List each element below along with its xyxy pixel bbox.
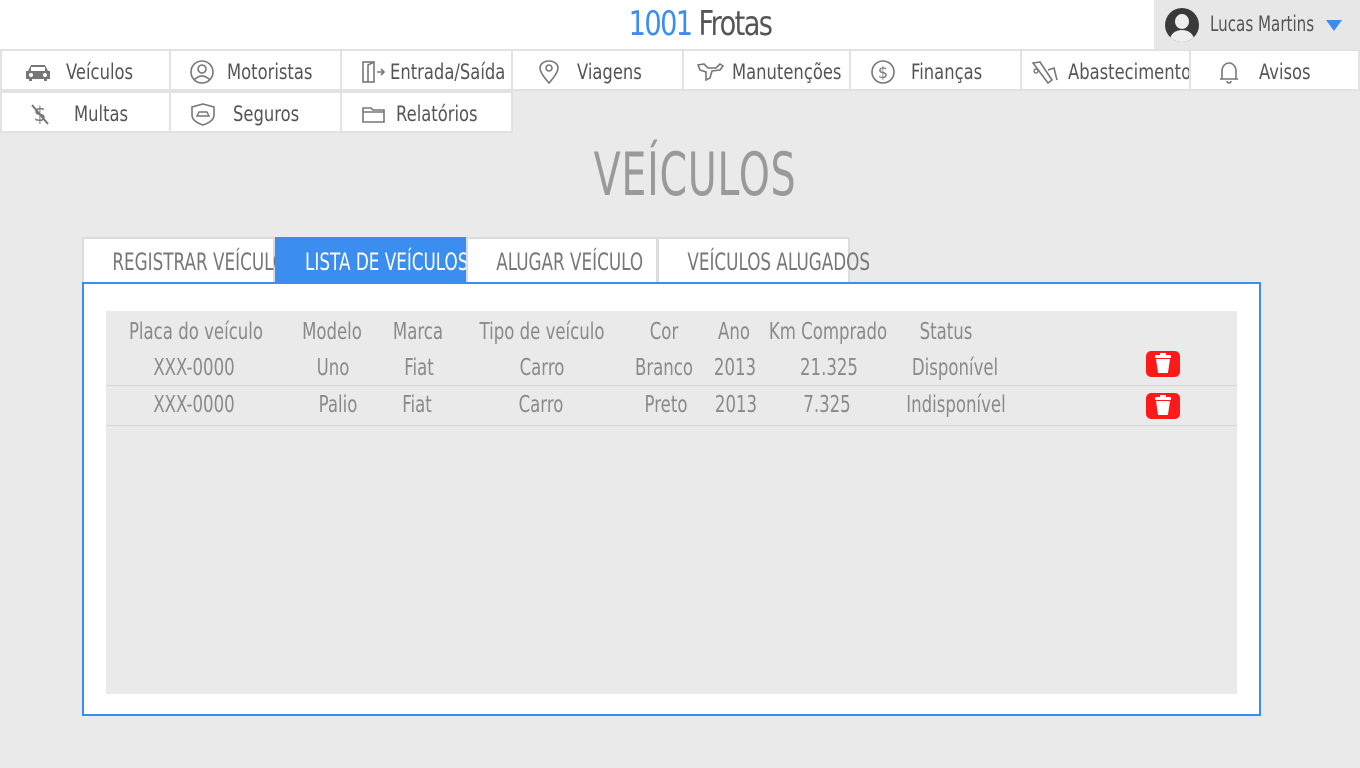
tab-alugar-veiculo[interactable]: ALUGAR VEÍCULO <box>466 237 658 283</box>
brand-name: Frotas <box>698 4 773 44</box>
nav-label: Entrada/Saída <box>390 60 506 84</box>
table-cell: XXX-0000 <box>153 392 235 418</box>
page-title: VEÍCULOS <box>593 140 797 210</box>
table-cell: Branco <box>634 355 694 381</box>
user-menu[interactable]: Lucas Martins <box>1154 0 1360 50</box>
vehicle-table: Placa do veículo Modelo Marca Tipo de ve… <box>106 311 1237 694</box>
nav-label: Multas <box>74 102 129 126</box>
app-logo[interactable]: 1001 Frotas <box>140 4 1260 44</box>
table-cell: XXX-0000 <box>153 355 235 381</box>
column-header: Km Comprado <box>768 319 888 345</box>
column-header: Modelo <box>302 319 362 345</box>
nav-item-manutencoes[interactable]: Manutenções <box>682 49 851 91</box>
car-icon <box>26 65 50 81</box>
brand-number: 1001 <box>628 4 693 44</box>
row-divider <box>106 425 1237 426</box>
chevron-down-icon[interactable] <box>1326 20 1342 31</box>
dollar-slash-icon: $ <box>31 102 49 126</box>
dollar-icon: $ <box>871 60 895 84</box>
column-header: Placa do veículo <box>128 319 264 345</box>
top-bar: 1001 Frotas Lucas Martins <box>0 0 1360 50</box>
tab-label: ALUGAR VEÍCULO <box>496 248 644 276</box>
nav-item-avisos[interactable]: Avisos <box>1189 49 1360 91</box>
vehicle-list-panel: Placa do veículo Modelo Marca Tipo de ve… <box>82 282 1261 716</box>
column-header: Tipo de veículo <box>479 319 605 345</box>
nav-item-multas[interactable]: $ Multas <box>0 91 171 133</box>
delete-row-icon[interactable] <box>1146 393 1180 419</box>
table-cell: Carro <box>519 355 565 381</box>
tab-lista-de-veiculos[interactable]: LISTA DE VEÍCULOS <box>275 237 469 283</box>
nav-item-viagens[interactable]: Viagens <box>511 49 684 91</box>
nav-label: Veículos <box>66 60 134 84</box>
table-cell: 7.325 <box>803 392 851 418</box>
column-header: Status <box>919 319 973 345</box>
svg-text:$: $ <box>878 63 888 82</box>
table-cell: Palio <box>318 392 358 418</box>
column-header: Cor <box>649 319 679 345</box>
nav-label: Viagens <box>577 60 642 84</box>
row-divider <box>106 385 1237 386</box>
tab-label: REGISTRAR VEÍCULO <box>112 248 287 276</box>
nav-item-relatorios[interactable]: Relatórios <box>340 91 513 133</box>
insurance-icon <box>191 103 215 126</box>
door-icon <box>362 61 386 83</box>
delete-row-icon[interactable] <box>1146 351 1180 377</box>
nav-item-entrada-saida[interactable]: Entrada/Saída <box>340 49 513 91</box>
nav-label: Abastecimento <box>1068 60 1192 84</box>
nav-label: Motoristas <box>227 60 313 84</box>
nav-label: Finanças <box>911 60 983 84</box>
nav-item-abastecimento[interactable]: Abastecimento <box>1020 49 1191 91</box>
nav-item-seguros[interactable]: Seguros <box>169 91 342 133</box>
map-pin-icon <box>539 60 559 84</box>
table-cell: 21.325 <box>800 355 858 381</box>
table-cell: Preto <box>644 392 688 418</box>
tab-label: LISTA DE VEÍCULOS <box>305 248 469 276</box>
wrench-icon <box>696 62 724 82</box>
nav-label: Manutenções <box>732 60 842 84</box>
folder-icon <box>362 107 385 123</box>
table-cell: Carro <box>518 392 564 418</box>
tab-veiculos-alugados[interactable]: VEÍCULOS ALUGADOS <box>657 237 871 283</box>
table-cell: Uno <box>316 355 350 381</box>
avatar-icon <box>1165 8 1199 42</box>
driver-icon <box>190 60 214 84</box>
table-cell: Fiat <box>404 355 434 381</box>
nav-item-veiculos[interactable]: Veículos <box>0 49 171 91</box>
nav-label: Avisos <box>1259 60 1311 84</box>
user-name: Lucas Martins <box>1210 12 1315 36</box>
tab-label: VEÍCULOS ALUGADOS <box>687 248 871 276</box>
column-header: Marca <box>392 319 444 345</box>
table-cell: Disponível <box>911 355 999 381</box>
nav-label: Seguros <box>233 102 300 126</box>
table-cell: Fiat <box>402 392 432 418</box>
tab-registrar-veiculo[interactable]: REGISTRAR VEÍCULO <box>82 237 287 283</box>
nav-item-motoristas[interactable]: Motoristas <box>169 49 342 91</box>
nav-item-financas[interactable]: $ Finanças <box>849 49 1022 91</box>
nav-label: Relatórios <box>396 102 478 126</box>
table-cell: Indisponível <box>906 392 1006 418</box>
bell-icon <box>1220 62 1238 84</box>
fuel-pump-icon <box>1031 61 1058 84</box>
